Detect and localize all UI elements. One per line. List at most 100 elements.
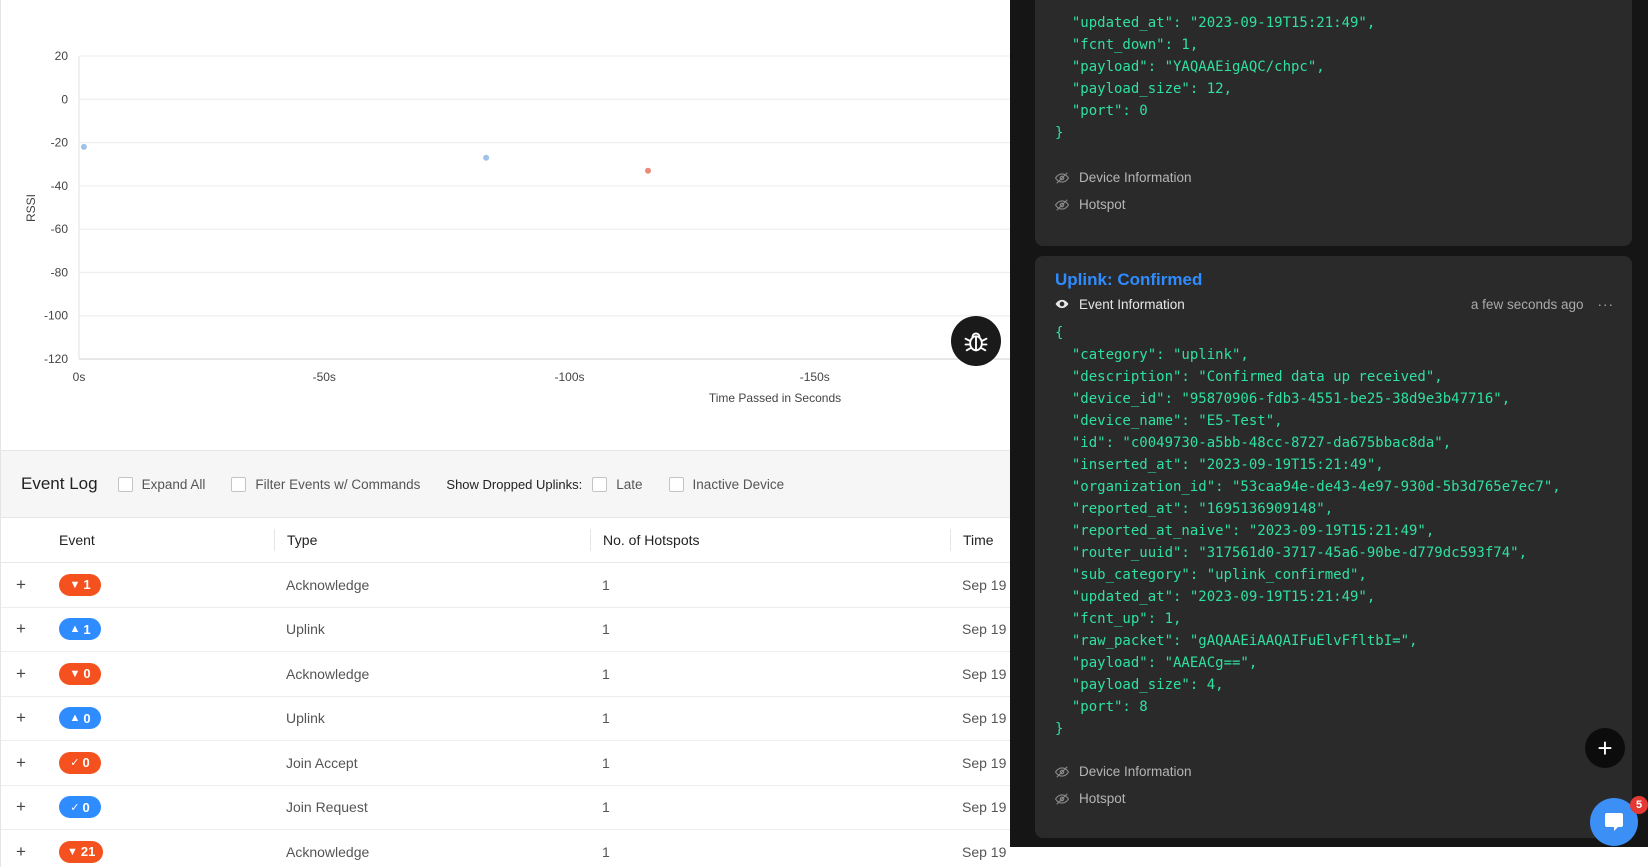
y-tick-label: -60 [51, 222, 69, 236]
type-cell: Uplink [286, 621, 325, 638]
late-label: Late [616, 476, 643, 492]
hotspot-toggle[interactable]: Hotspot [1035, 191, 1632, 218]
table-row[interactable]: + ✓ 0 Join Request 1 Sep 19 [1, 786, 1010, 830]
checkbox-box[interactable] [668, 476, 684, 492]
expand-row-button[interactable]: + [1, 842, 41, 862]
filter-commands-checkbox[interactable]: Filter Events w/ Commands [231, 476, 421, 492]
time-cell: Sep 19 [962, 754, 1007, 771]
event-cell: ▲ 0 [41, 707, 274, 730]
header-hotspots[interactable]: No. of Hotspots [590, 529, 950, 551]
hotspot-toggle[interactable]: Hotspot [1035, 785, 1632, 812]
event-direction-icon: ✓ [70, 757, 80, 770]
rssi-data-point [645, 167, 652, 174]
device-debug-left-panel: 20 0 -20 -40 -60 -80 -100 -120 0s -50s -100s -150s T… [0, 0, 1010, 867]
table-header: Event Type No. of Hotspots Time [1, 518, 1010, 563]
event-badge: ▲ 0 [59, 707, 101, 730]
event-timestamp: a few seconds ago [1470, 296, 1584, 312]
table-row[interactable]: + ▲ 0 Uplink 1 Sep 19 [1, 697, 1010, 741]
hotspots-cell: 1 [602, 665, 610, 682]
debug-toggle-button[interactable] [951, 316, 1001, 366]
checkbox-box[interactable] [592, 476, 608, 492]
time-cell: Sep 19 [962, 710, 1007, 727]
time-cell: Sep 19 [962, 843, 1007, 860]
expand-row-button[interactable]: + [1, 575, 41, 595]
expand-row-button[interactable]: + [1, 619, 41, 639]
filter-commands-label: Filter Events w/ Commands [255, 476, 421, 492]
header-type[interactable]: Type [274, 529, 590, 551]
table-row[interactable]: + ▼ 21 Acknowledge 1 Sep 19 [1, 830, 1010, 867]
bug-icon [964, 332, 988, 352]
checkbox-box[interactable] [117, 476, 133, 492]
rssi-data-point [80, 143, 87, 150]
rssi-chart-svg: 20 0 -20 -40 -60 -80 -100 -120 0s -50s -100s -150s T… [24, 49, 1010, 405]
add-button[interactable]: + [1585, 728, 1625, 768]
expand-row-button[interactable]: + [1, 797, 41, 817]
table-row[interactable]: + ▲ 1 Uplink 1 Sep 19 [1, 608, 1010, 652]
event-badge-count: 1 [83, 577, 91, 593]
event-direction-icon: ▼ [67, 845, 78, 858]
event-cell: ▼ 0 [41, 662, 274, 685]
eye-slash-icon [1055, 792, 1069, 805]
panel-bottom-strip [1010, 847, 1648, 867]
type-cell: Acknowledge [286, 576, 370, 593]
event-card-title: Uplink: Confirmed [1055, 270, 1203, 289]
event-badge-count: 0 [83, 710, 91, 726]
y-tick-label: -100 [44, 309, 68, 323]
device-information-toggle[interactable]: Device Information [1035, 758, 1632, 785]
expand-row-button[interactable]: + [1, 664, 41, 684]
event-badge: ▲ 1 [59, 618, 101, 641]
checkbox-box[interactable] [231, 476, 247, 492]
rssi-data-point [483, 154, 490, 161]
event-detail-panel: "updated_at": "2023-09-19T15:21:49", "fc… [1010, 0, 1648, 867]
x-tick-label: -100s [555, 370, 585, 384]
inactive-device-label: Inactive Device [692, 476, 785, 492]
expand-row-button[interactable]: + [1, 708, 41, 728]
hotspots-cell: 1 [602, 621, 610, 638]
header-time[interactable]: Time [950, 529, 1010, 551]
time-cell: Sep 19 [962, 621, 1007, 638]
late-checkbox[interactable]: Late [592, 476, 643, 492]
event-cell: ▼ 1 [41, 573, 274, 596]
device-information-label: Device Information [1079, 170, 1192, 185]
x-tick-label: 0s [73, 370, 86, 384]
type-cell: Acknowledge [286, 843, 370, 860]
event-card-uplink-confirmed: Uplink: Confirmed Event Information a fe… [1035, 256, 1632, 838]
x-tick-label: -50s [313, 370, 336, 384]
show-dropped-label: Show Dropped Uplinks: [446, 476, 583, 492]
event-cell: ✓ 0 [41, 751, 274, 774]
event-cell: ▼ 21 [41, 840, 274, 863]
eye-slash-icon [1055, 198, 1069, 211]
expand-row-button[interactable]: + [1, 753, 41, 773]
table-body: + ▼ 1 Acknowledge 1 Sep 19 + ▲ 1 Uplink 1 Sep 19 + ▼ 0… [1, 563, 1010, 867]
event-badge: ✓ 0 [59, 796, 101, 819]
eye-slash-icon [1055, 765, 1069, 778]
event-information-row[interactable]: Event Information a few seconds ago ··· [1035, 292, 1632, 316]
hotspots-cell: 1 [602, 754, 610, 771]
y-tick-label: 20 [55, 49, 69, 63]
expand-all-checkbox[interactable]: Expand All [117, 476, 205, 492]
hotspots-cell: 1 [602, 843, 610, 860]
time-cell: Sep 19 [962, 665, 1007, 682]
event-badge-count: 21 [80, 844, 96, 860]
event-cell: ✓ 0 [41, 796, 274, 819]
more-options-icon[interactable]: ··· [1598, 297, 1615, 312]
event-badge: ▼ 0 [59, 662, 101, 685]
event-log-title: Event Log [21, 474, 98, 493]
inactive-device-checkbox[interactable]: Inactive Device [668, 476, 785, 492]
event-badge-count: 0 [82, 799, 90, 815]
table-row[interactable]: + ▼ 1 Acknowledge 1 Sep 19 [1, 563, 1010, 608]
device-information-toggle[interactable]: Device Information [1035, 164, 1632, 191]
hotspots-cell: 1 [602, 576, 610, 593]
table-row[interactable]: + ✓ 0 Join Accept 1 Sep 19 [1, 741, 1010, 786]
event-badge-count: 1 [83, 621, 91, 637]
header-event[interactable]: Event [41, 532, 274, 548]
type-cell: Join Request [286, 799, 368, 816]
type-cell: Join Accept [286, 754, 358, 771]
event-badge: ✓ 0 [59, 751, 101, 774]
table-row[interactable]: + ▼ 0 Acknowledge 1 Sep 19 [1, 652, 1010, 697]
type-cell: Uplink [286, 710, 325, 727]
event-direction-icon: ▼ [69, 578, 81, 591]
time-cell: Sep 19 [962, 576, 1007, 593]
hotspots-cell: 1 [602, 710, 610, 727]
event-badge-count: 0 [83, 666, 91, 682]
